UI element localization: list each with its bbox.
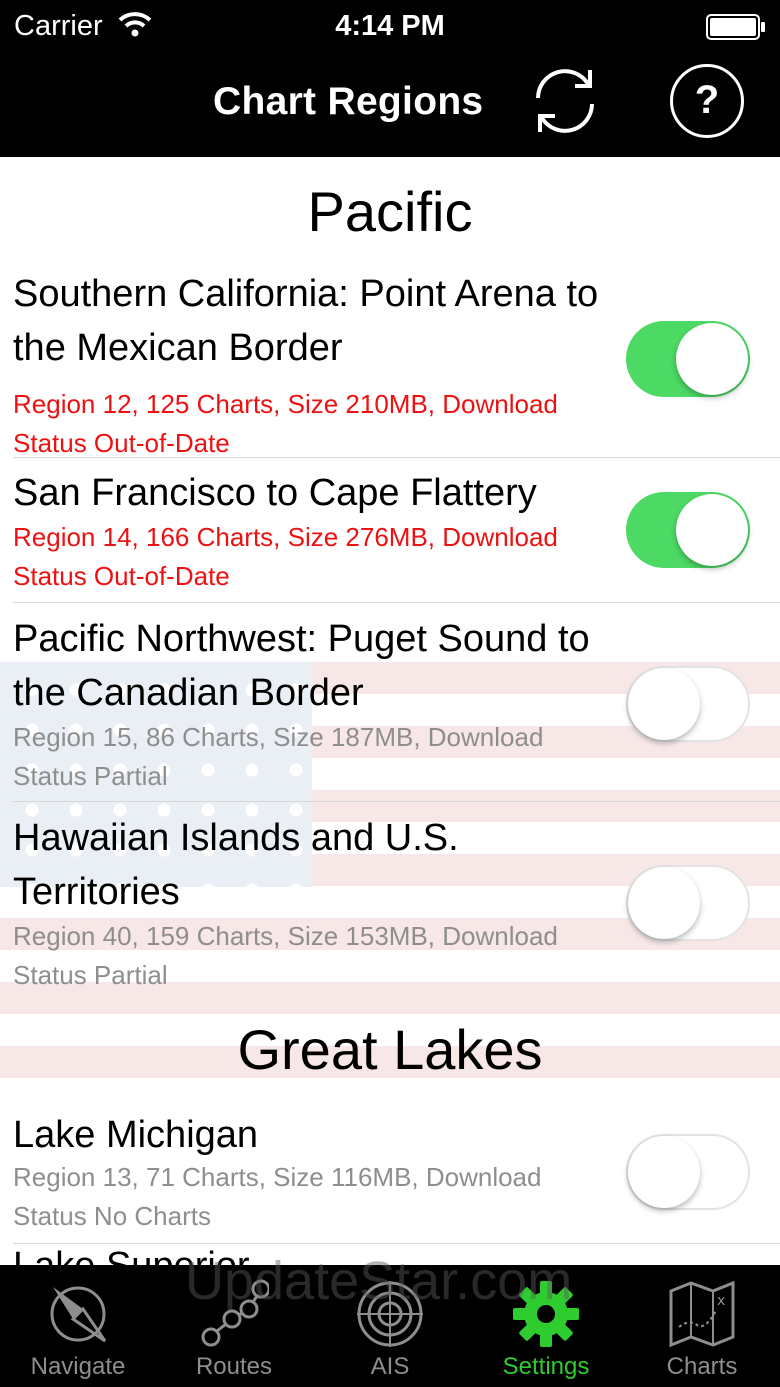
map-icon: x bbox=[669, 1280, 735, 1348]
compass-icon bbox=[50, 1286, 107, 1343]
region-toggle[interactable] bbox=[626, 492, 750, 568]
region-title: Pacific Northwest: Puget Sound to the Ca… bbox=[13, 618, 590, 714]
region-toggle[interactable] bbox=[626, 666, 750, 742]
region-row[interactable]: Pacific Northwest: Puget Sound to the Ca… bbox=[0, 612, 780, 802]
tab-label: Routes bbox=[195, 1353, 273, 1380]
tab-navigate[interactable]: Navigate bbox=[0, 1265, 156, 1387]
region-detail: Region 15, 86 Charts, Size 187MB, Downlo… bbox=[13, 722, 544, 791]
region-title: Lake Michigan bbox=[13, 1114, 259, 1156]
region-title: Hawaiian Islands and U.S. Territories bbox=[13, 817, 459, 913]
refresh-button[interactable] bbox=[528, 64, 602, 138]
help-button[interactable]: ? bbox=[670, 64, 744, 138]
region-row[interactable]: San Francisco to Cape Flattery Region 14… bbox=[0, 466, 780, 602]
refresh-icon bbox=[536, 69, 594, 133]
region-detail: Region 13, 71 Charts, Size 116MB, Downlo… bbox=[13, 1162, 542, 1231]
region-title: San Francisco to Cape Flattery bbox=[13, 472, 537, 514]
section-header-great-lakes: Great Lakes bbox=[237, 1018, 543, 1081]
region-row[interactable]: Hawaiian Islands and U.S. Territories Re… bbox=[0, 811, 780, 1001]
region-detail: Region 14, 166 Charts, Size 276MB, Downl… bbox=[13, 522, 558, 591]
region-row[interactable]: Lake Michigan Region 13, 71 Charts, Size… bbox=[0, 1108, 780, 1238]
region-toggle[interactable] bbox=[626, 865, 750, 941]
status-bar: Carrier 4:14 PM bbox=[0, 0, 780, 54]
region-detail: Region 40, 159 Charts, Size 153MB, Downl… bbox=[13, 921, 558, 990]
region-title: Southern California: Point Arena to the … bbox=[13, 273, 599, 369]
tab-label: Settings bbox=[502, 1353, 590, 1380]
region-list[interactable]: Pacific Southern California: Point Arena… bbox=[0, 157, 780, 1265]
clock: 4:14 PM bbox=[335, 10, 445, 42]
page-title: Chart Regions bbox=[213, 80, 484, 123]
tab-label: AIS bbox=[370, 1353, 410, 1380]
region-detail: Region 12, 125 Charts, Size 210MB, Downl… bbox=[13, 389, 558, 458]
region-row[interactable]: Southern California: Point Arena to the … bbox=[0, 267, 780, 458]
section-header-pacific: Pacific bbox=[307, 180, 473, 243]
svg-text:x: x bbox=[717, 1293, 725, 1309]
navigation-bar: Chart Regions ? bbox=[0, 54, 780, 157]
battery-icon bbox=[706, 14, 765, 40]
tab-charts[interactable]: x Charts bbox=[624, 1265, 780, 1387]
region-toggle[interactable] bbox=[626, 321, 750, 397]
tab-label: Navigate bbox=[30, 1353, 126, 1380]
region-toggle[interactable] bbox=[626, 1134, 750, 1210]
watermark: UpdateStar.com bbox=[185, 1251, 573, 1311]
tab-label: Charts bbox=[666, 1353, 738, 1380]
